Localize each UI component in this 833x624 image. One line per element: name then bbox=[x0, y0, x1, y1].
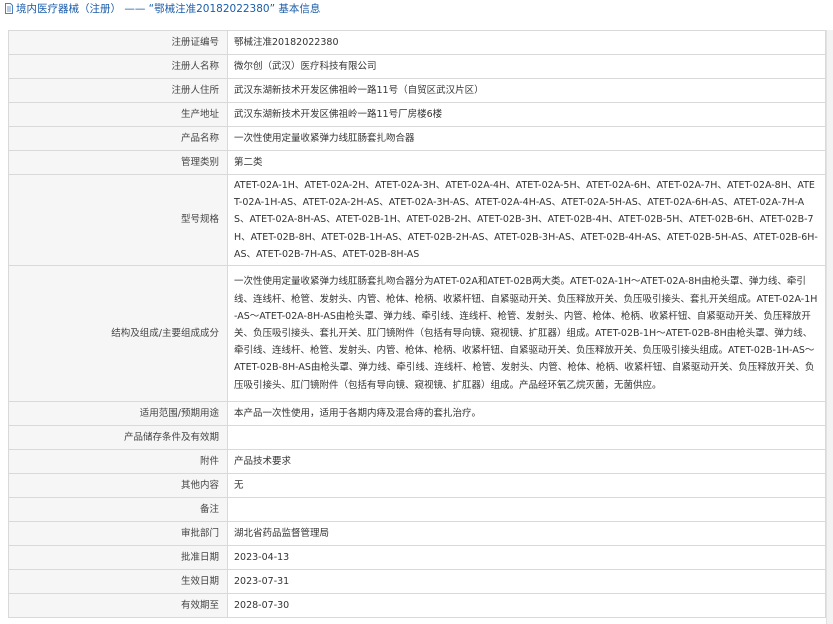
row-label: 型号规格 bbox=[8, 173, 228, 267]
row-value: 2023-04-13 bbox=[227, 545, 826, 571]
row-label: 注册人名称 bbox=[8, 54, 228, 79]
table-row: 管理类别 第二类 bbox=[8, 150, 826, 175]
row-label: 生效日期 bbox=[8, 569, 228, 595]
row-label: 审批部门 bbox=[8, 521, 228, 547]
table-row: 生产地址 武汉东湖新技术开发区佛祖岭一路11号厂房楼6楼 bbox=[8, 102, 826, 127]
table-row: 型号规格 ATET-02A-1H、ATET-02A-2H、ATET-02A-3H… bbox=[8, 173, 826, 267]
row-value: 湖北省药品监督管理局 bbox=[227, 521, 826, 547]
row-value: 2023-07-31 bbox=[227, 569, 826, 595]
row-label: 附件 bbox=[8, 449, 228, 475]
row-value: 产品技术要求 bbox=[227, 449, 826, 475]
document-icon bbox=[5, 3, 13, 14]
row-label: 注册证编号 bbox=[8, 30, 228, 55]
table-row: 注册人名称 微尔创（武汉）医疗科技有限公司 bbox=[8, 54, 826, 79]
row-value bbox=[227, 497, 826, 523]
row-label: 备注 bbox=[8, 497, 228, 523]
table-row: 适用范围/预期用途 本产品一次性使用，适用于各期内痔及混合痔的套扎治疗。 bbox=[8, 401, 826, 427]
row-value: 鄂械注准20182022380 bbox=[227, 30, 826, 55]
table-row: 注册人住所 武汉东湖新技术开发区佛祖岭一路11号（自贸区武汉片区） bbox=[8, 78, 826, 103]
row-label: 产品储存条件及有效期 bbox=[8, 425, 228, 451]
row-value: 无 bbox=[227, 473, 826, 499]
row-value: 一次性使用定量收紧弹力线肛肠套扎吻合器 bbox=[227, 126, 826, 151]
row-label: 注册人住所 bbox=[8, 78, 228, 103]
scrollbar-track[interactable] bbox=[826, 30, 833, 624]
table-row: 审批部门 湖北省药品监督管理局 bbox=[8, 521, 826, 547]
row-value: 武汉东湖新技术开发区佛祖岭一路11号（自贸区武汉片区） bbox=[227, 78, 826, 103]
info-table-container: 注册证编号 鄂械注准20182022380 注册人名称 微尔创（武汉）医疗科技有… bbox=[8, 30, 826, 619]
table-row: 备注 bbox=[8, 497, 826, 523]
row-value: 一次性使用定量收紧弹力线肛肠套扎吻合器分为ATET-02A和ATET-02B两大… bbox=[227, 265, 826, 403]
row-value: 第二类 bbox=[227, 150, 826, 175]
info-table: 注册证编号 鄂械注准20182022380 注册人名称 微尔创（武汉）医疗科技有… bbox=[8, 30, 826, 619]
row-value bbox=[227, 425, 826, 451]
table-row: 产品名称 一次性使用定量收紧弹力线肛肠套扎吻合器 bbox=[8, 126, 826, 151]
row-label: 产品名称 bbox=[8, 126, 228, 151]
table-row: 注册证编号 鄂械注准20182022380 bbox=[8, 30, 826, 55]
row-label: 结构及组成/主要组成成分 bbox=[8, 265, 228, 403]
table-row: 批准日期 2023-04-13 bbox=[8, 545, 826, 571]
table-row: 附件 产品技术要求 bbox=[8, 449, 826, 475]
row-value: ATET-02A-1H、ATET-02A-2H、ATET-02A-3H、ATET… bbox=[227, 173, 826, 267]
row-value: 2028-07-30 bbox=[227, 593, 826, 619]
table-row: 产品储存条件及有效期 bbox=[8, 425, 826, 451]
row-value: 本产品一次性使用，适用于各期内痔及混合痔的套扎治疗。 bbox=[227, 401, 826, 427]
page-header: 境内医疗器械（注册） —— “鄂械注准20182022380” 基本信息 bbox=[0, 0, 833, 18]
row-value: 微尔创（武汉）医疗科技有限公司 bbox=[227, 54, 826, 79]
row-value: 武汉东湖新技术开发区佛祖岭一路11号厂房楼6楼 bbox=[227, 102, 826, 127]
table-row: 生效日期 2023-07-31 bbox=[8, 569, 826, 595]
row-label: 适用范围/预期用途 bbox=[8, 401, 228, 427]
row-label: 其他内容 bbox=[8, 473, 228, 499]
row-label: 生产地址 bbox=[8, 102, 228, 127]
page-title: 境内医疗器械（注册） —— “鄂械注准20182022380” 基本信息 bbox=[16, 3, 321, 15]
row-label: 管理类别 bbox=[8, 150, 228, 175]
row-label: 批准日期 bbox=[8, 545, 228, 571]
table-row: 结构及组成/主要组成成分 一次性使用定量收紧弹力线肛肠套扎吻合器分为ATET-0… bbox=[8, 265, 826, 403]
row-label: 有效期至 bbox=[8, 593, 228, 619]
table-row: 其他内容 无 bbox=[8, 473, 826, 499]
table-row: 有效期至 2028-07-30 bbox=[8, 593, 826, 619]
